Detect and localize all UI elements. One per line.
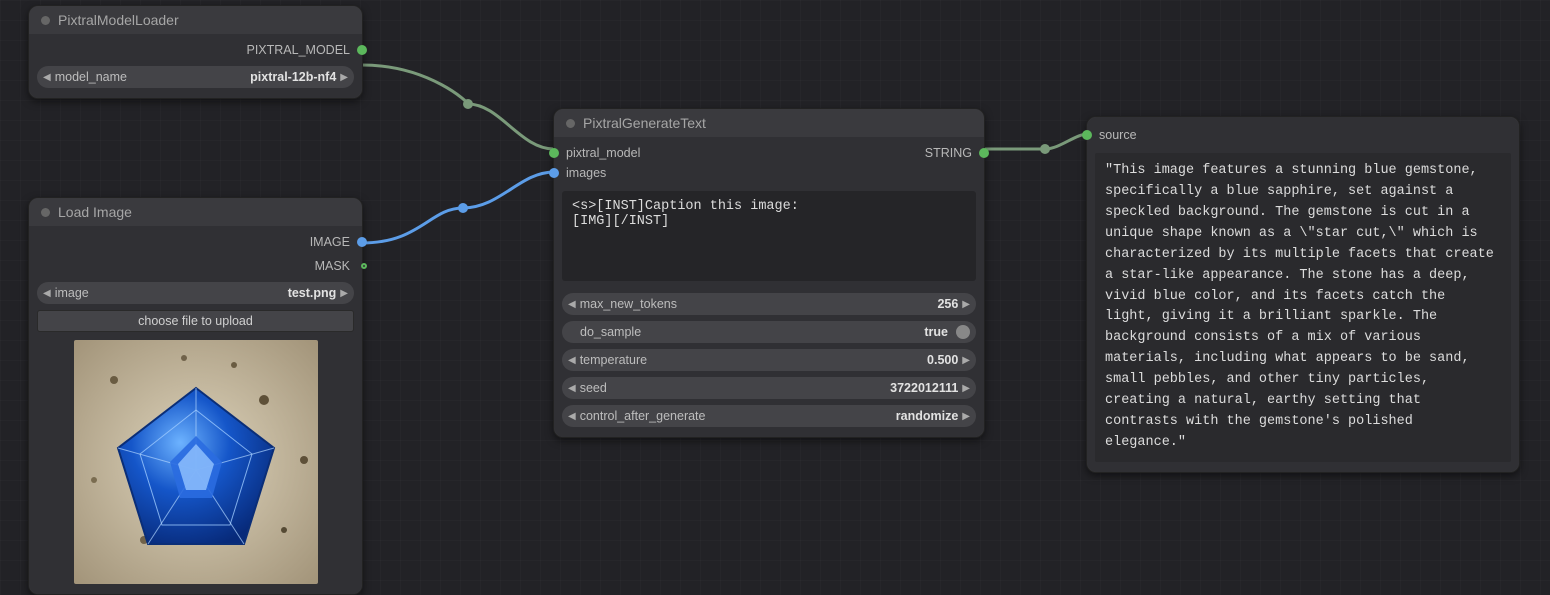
prompt-textarea[interactable]: <s>[INST]Caption this image: [IMG][/INST… — [562, 191, 976, 281]
image-preview — [74, 340, 318, 584]
param-model-name[interactable]: ◀ model_name pixtral-12b-nf4 ▶ — [37, 66, 354, 88]
chevron-right-icon[interactable]: ▶ — [962, 355, 970, 366]
choose-file-button[interactable]: choose file to upload — [37, 310, 354, 332]
node-title: PixtralModelLoader — [58, 12, 179, 28]
chevron-left-icon[interactable]: ◀ — [43, 72, 51, 83]
output-port-mask[interactable]: MASK — [37, 256, 354, 276]
chevron-right-icon[interactable]: ▶ — [962, 411, 970, 422]
node-header[interactable]: PixtralModelLoader — [29, 6, 362, 34]
node-title: Load Image — [58, 204, 132, 220]
chevron-left-icon[interactable]: ◀ — [568, 355, 576, 366]
collapse-dot-icon[interactable] — [566, 119, 575, 128]
node-title: PixtralGenerateText — [583, 115, 706, 131]
input-port-images[interactable]: images — [562, 163, 976, 183]
param-max-new-tokens[interactable]: ◀ max_new_tokens 256 ▶ — [562, 293, 976, 315]
port-dot-icon[interactable] — [357, 237, 367, 247]
node-pixtral-generate-text[interactable]: PixtralGenerateText pixtral_model STRING… — [553, 108, 985, 438]
input-port-source[interactable]: source — [1095, 125, 1511, 145]
output-port-pixtral-model[interactable]: PIXTRAL_MODEL — [37, 40, 354, 60]
port-dot-icon[interactable] — [549, 168, 559, 178]
port-dot-icon[interactable] — [1082, 130, 1092, 140]
param-temperature[interactable]: ◀ temperature 0.500 ▶ — [562, 349, 976, 371]
node-header[interactable]: PixtralGenerateText — [554, 109, 984, 137]
port-dot-icon[interactable] — [979, 148, 989, 158]
param-seed[interactable]: ◀ seed 3722012111 ▶ — [562, 377, 976, 399]
chevron-right-icon[interactable]: ▶ — [340, 72, 348, 83]
chevron-left-icon[interactable]: ◀ — [568, 411, 576, 422]
chevron-right-icon[interactable]: ▶ — [340, 288, 348, 299]
output-port-image[interactable]: IMAGE — [37, 232, 354, 252]
chevron-left-icon[interactable]: ◀ — [568, 299, 576, 310]
collapse-dot-icon[interactable] — [41, 208, 50, 217]
result-text: "This image features a stunning blue gem… — [1095, 153, 1511, 462]
port-dot-icon[interactable] — [549, 148, 559, 158]
node-load-image[interactable]: Load Image IMAGE MASK ◀ image test.png ▶… — [28, 197, 363, 595]
collapse-dot-icon[interactable] — [41, 16, 50, 25]
chevron-left-icon[interactable]: ◀ — [43, 288, 51, 299]
chevron-right-icon[interactable]: ▶ — [962, 299, 970, 310]
param-do-sample[interactable]: do_sample true — [562, 321, 976, 343]
param-image-file[interactable]: ◀ image test.png ▶ — [37, 282, 354, 304]
node-header[interactable]: Load Image — [29, 198, 362, 226]
node-pixtral-model-loader[interactable]: PixtralModelLoader PIXTRAL_MODEL ◀ model… — [28, 5, 363, 99]
toggle-knob-icon[interactable] — [956, 325, 970, 339]
port-dot-icon[interactable] — [361, 263, 367, 269]
chevron-right-icon[interactable]: ▶ — [962, 383, 970, 394]
port-dot-icon[interactable] — [357, 45, 367, 55]
input-port-pixtral-model[interactable]: pixtral_model STRING — [562, 143, 976, 163]
node-source-output[interactable]: source "This image features a stunning b… — [1086, 116, 1520, 473]
chevron-left-icon[interactable]: ◀ — [568, 383, 576, 394]
param-control-after-generate[interactable]: ◀ control_after_generate randomize ▶ — [562, 405, 976, 427]
